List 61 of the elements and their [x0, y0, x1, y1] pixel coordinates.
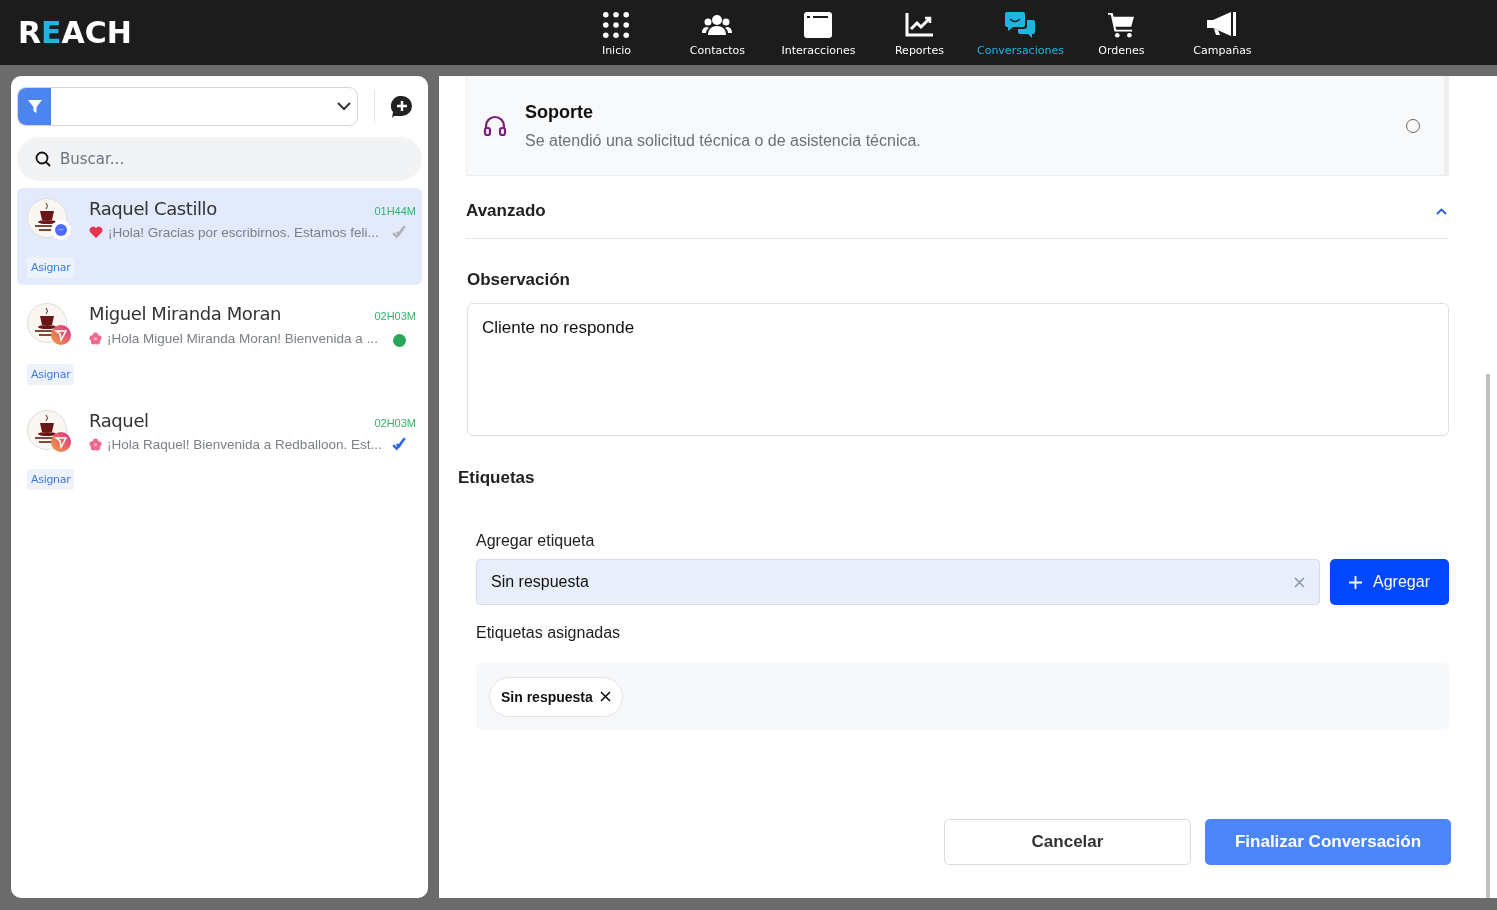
filter-icon [27, 99, 42, 114]
conversation-item[interactable]: Raquel Castillo 01H44M ¡Hola! Gracias por escribirnos. Estamos feli... Asignar [17, 188, 422, 285]
assign-button[interactable]: Asignar [27, 257, 75, 278]
cart-icon [1107, 12, 1136, 38]
chat-bubbles-icon [1005, 12, 1036, 38]
window-icon [804, 12, 833, 38]
conversation-item[interactable]: Raquel 02H03M ¡Hola Raquel! Bienvenida a Redballoon. Est... Asignar [17, 400, 422, 497]
nav-tab[interactable]: Contactos [666, 8, 768, 57]
send-badge-icon [51, 325, 71, 345]
contact-name: Raquel [89, 410, 149, 431]
grid-icon [602, 12, 631, 38]
megaphone-icon [1207, 12, 1238, 38]
remove-icon[interactable] [599, 691, 611, 702]
flower-icon [89, 438, 102, 451]
field-label: Observación [467, 270, 571, 290]
message-preview: ¡Hola Miguel Miranda Moran! Bienvenida a ... [107, 331, 378, 346]
nav-tab[interactable]: Campañas [1171, 8, 1273, 57]
nav-tab[interactable]: Ordenes [1070, 8, 1172, 57]
nav-tab[interactable]: Reportes [868, 8, 970, 57]
chevron-down-icon [337, 102, 351, 111]
nav-tab[interactable]: Conversaciones [969, 8, 1071, 57]
message-preview: ¡Hola Raquel! Bienvenida a Redballoon. Est... [107, 437, 382, 452]
elapsed-time: 01H44M [374, 205, 416, 217]
option-description: Se atendió una solicitud técnica o de asistencia técnica. [525, 131, 921, 150]
nav-tab[interactable]: Interacciones [767, 8, 869, 57]
tag-label: Sin respuesta [501, 688, 593, 705]
assign-button[interactable]: Asignar [27, 364, 75, 385]
accordion-header[interactable]: Avanzado [466, 201, 1449, 239]
clear-icon[interactable] [1294, 576, 1305, 588]
headset-icon [483, 113, 507, 138]
observation-field[interactable]: Cliente no responde [467, 303, 1449, 436]
send-badge-icon [51, 432, 71, 452]
flower-icon [89, 332, 102, 345]
assign-button[interactable]: Asignar [27, 469, 75, 490]
finish-button[interactable]: Finalizar Conversación [1205, 819, 1451, 865]
contact-name: Miguel Miranda Moran [89, 303, 282, 324]
filter-select[interactable] [17, 87, 358, 126]
option-card[interactable]: Soporte Se atendió una solicitud técnica o de asistencia técnica. [466, 76, 1449, 176]
section-heading: Etiquetas [458, 468, 536, 488]
tag-field[interactable]: Sin respuesta [476, 559, 1320, 605]
scrollbar-thumb[interactable] [1485, 374, 1490, 898]
reach-logo: REACH [18, 15, 132, 50]
option-title: Soporte [525, 101, 594, 123]
field-label: Agregar etiqueta [476, 532, 596, 550]
cancel-button[interactable]: Cancelar [944, 819, 1191, 865]
message-preview: ¡Hola! Gracias por escribirnos. Estamos feli... [108, 225, 379, 240]
plus-icon [1349, 575, 1363, 589]
users-icon [702, 12, 733, 38]
new-chat-icon[interactable] [391, 95, 413, 118]
elapsed-time: 02H03M [374, 310, 416, 322]
field-label: Etiquetas asignadas [476, 624, 622, 642]
line-chart-icon [905, 12, 934, 38]
search-icon [35, 151, 51, 167]
elapsed-time: 02H03M [374, 417, 416, 429]
contact-name: Raquel Castillo [89, 198, 217, 219]
heart-icon [89, 226, 103, 239]
conversation-item[interactable]: Miguel Miranda Moran 02H03M ¡Hola Miguel Miranda Moran! Bienvenida a ... Asignar [17, 293, 422, 392]
add-button[interactable]: Agregar [1330, 559, 1449, 605]
nav-tab[interactable]: Inicio [565, 8, 667, 57]
messenger-icon [51, 220, 71, 240]
search-field[interactable]: Buscar... [17, 137, 422, 181]
